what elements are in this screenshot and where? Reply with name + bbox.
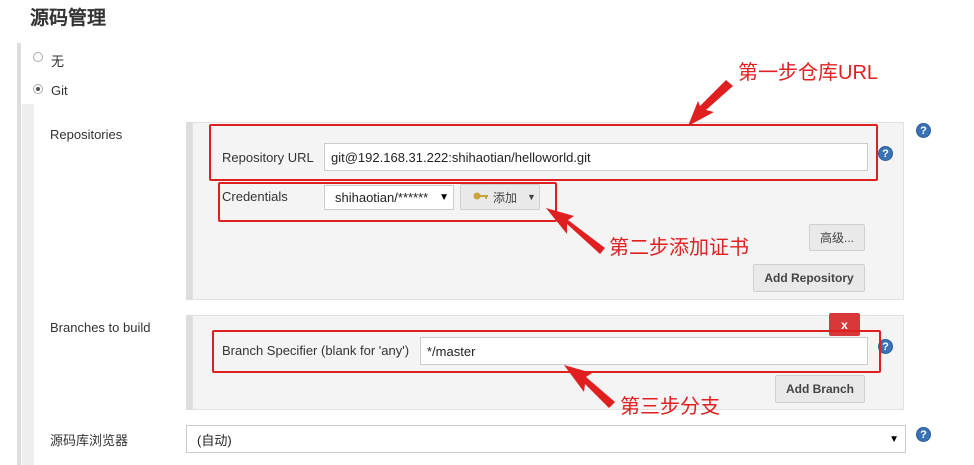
annotation-step2: 第二步添加证书 — [609, 237, 749, 259]
annotation-step3: 第三步分支 — [620, 396, 720, 418]
annotation-step1: 第一步仓库URL — [738, 62, 879, 84]
